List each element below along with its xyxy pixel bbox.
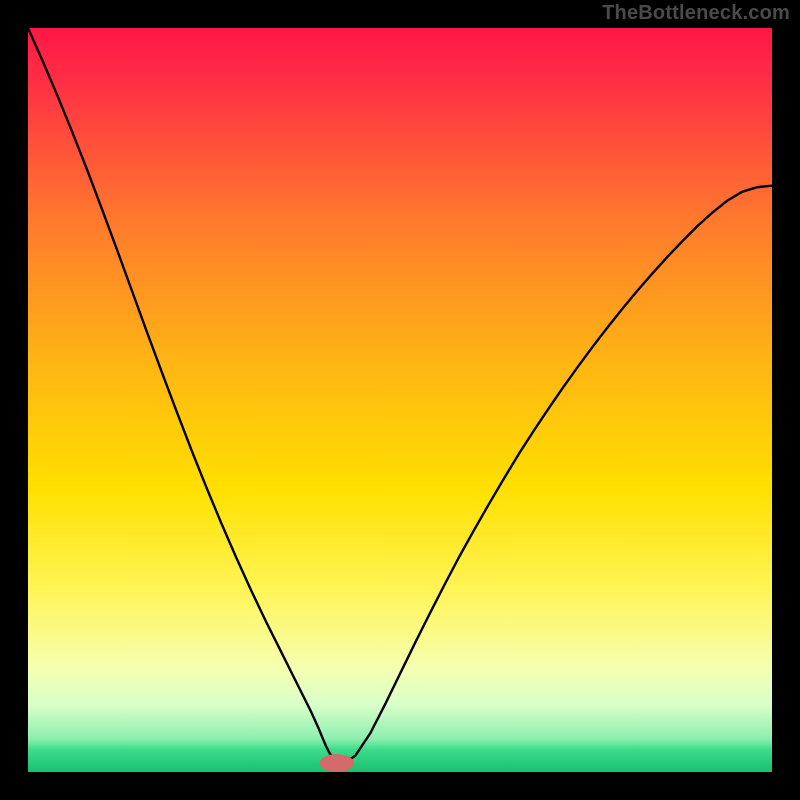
plot-area [28, 28, 772, 772]
watermark-label: TheBottleneck.com [602, 2, 790, 25]
bottleneck-chart-svg [28, 28, 772, 772]
chart-frame: TheBottleneck.com [0, 0, 800, 800]
gradient-background [28, 28, 772, 772]
minimum-marker [320, 754, 354, 772]
